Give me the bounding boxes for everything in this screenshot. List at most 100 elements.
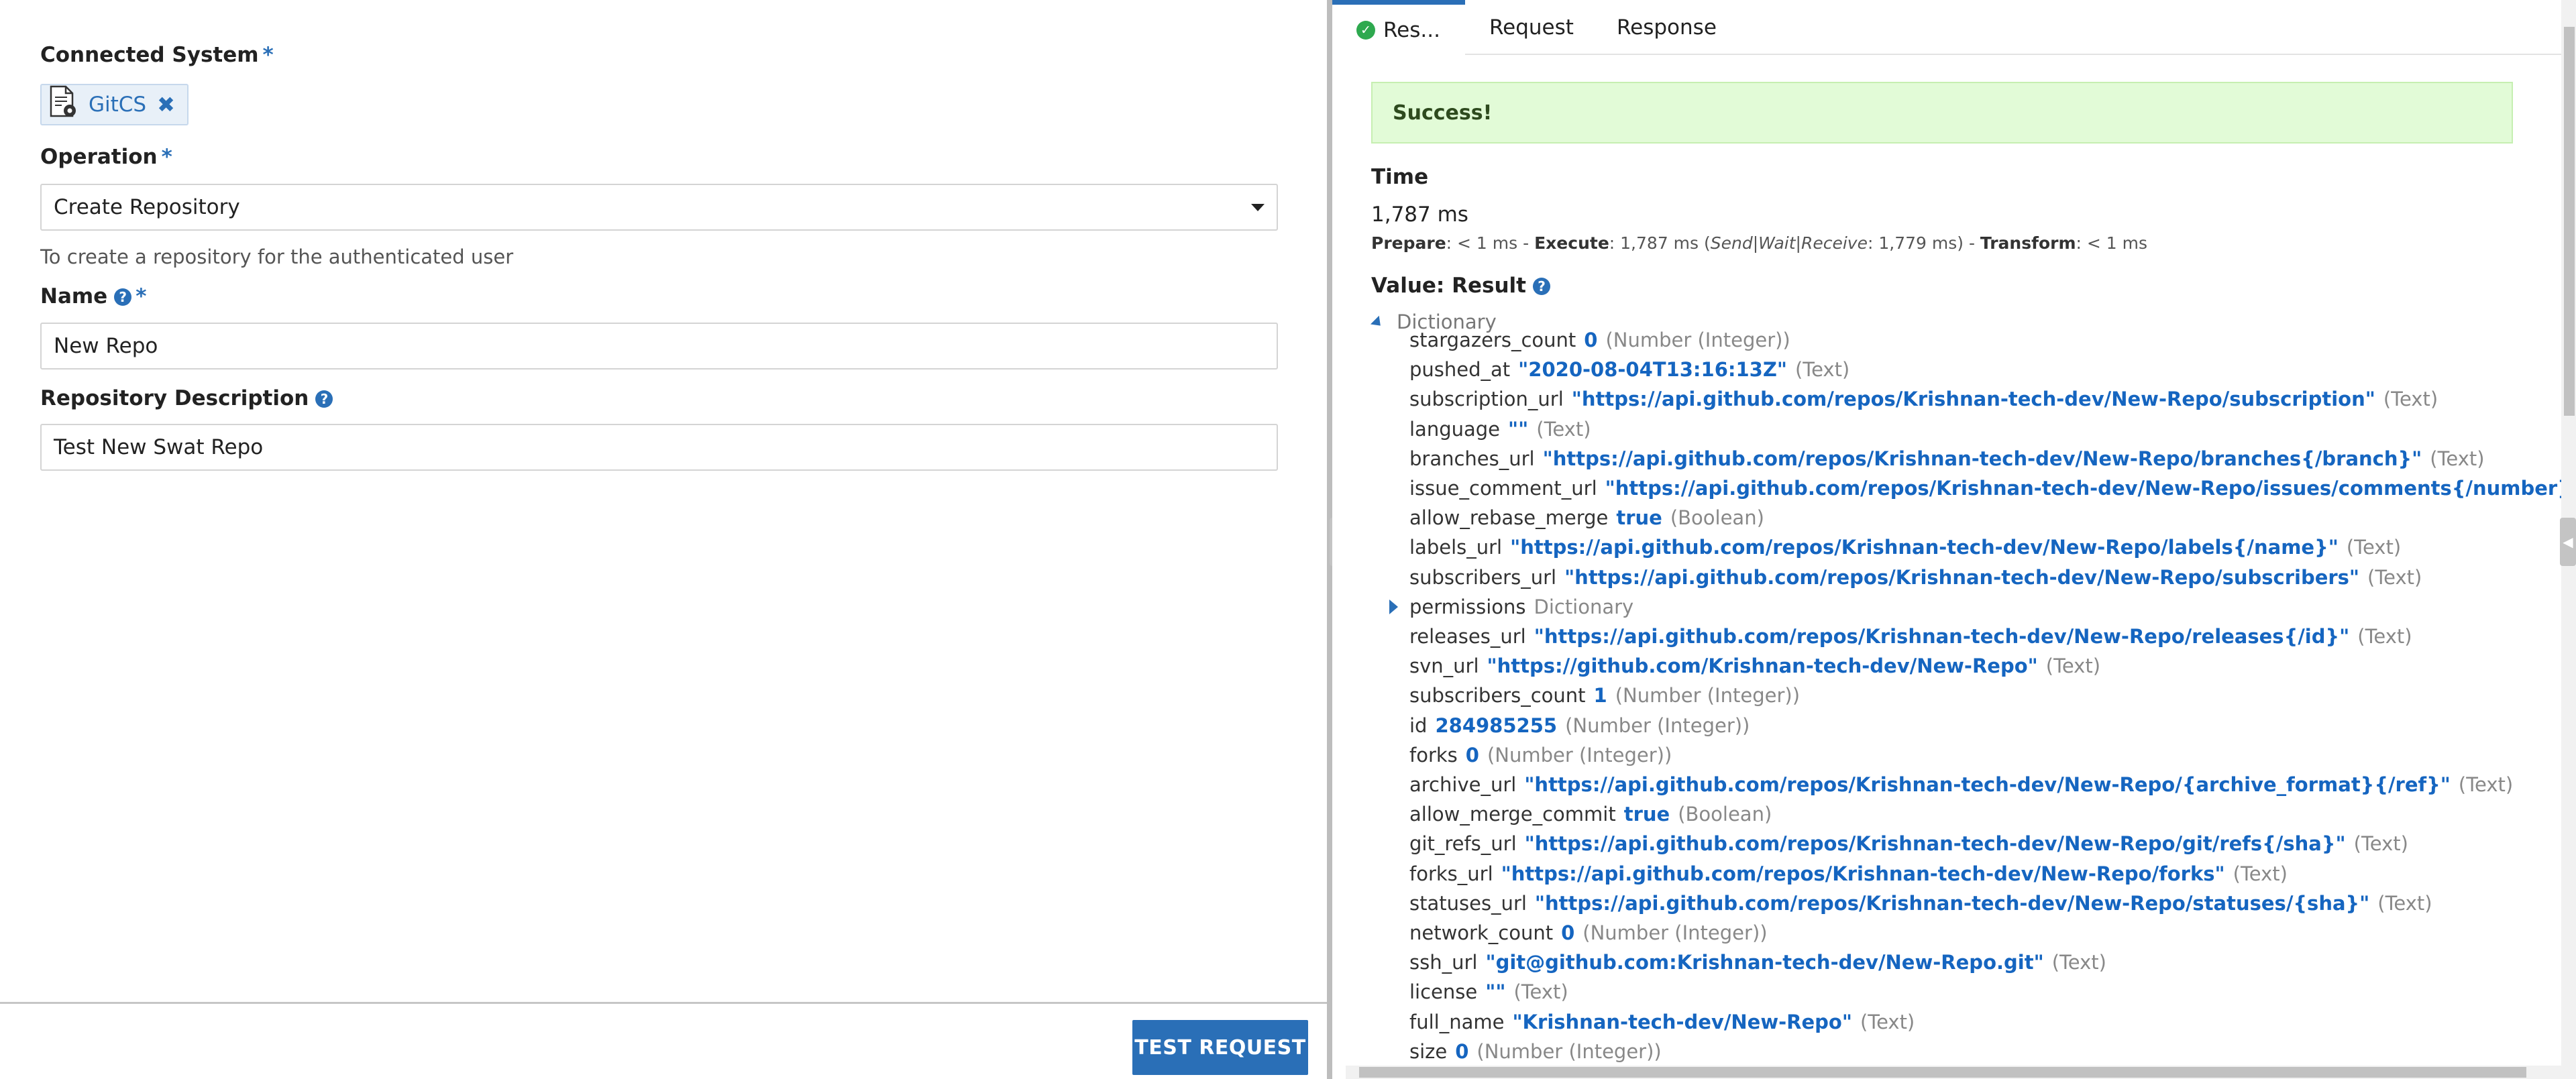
tree-row: subscribers_count 1 (Number (Integer)) [1409, 681, 1800, 710]
form-footer: TEST REQUEST [0, 1002, 1327, 1079]
tab-label: Response [1617, 15, 1717, 40]
help-icon[interactable]: ? [114, 288, 132, 306]
description-input-value: Test New Swat Repo [54, 435, 264, 459]
tree-row: stargazers_count 0 (Number (Integer)) [1409, 325, 1790, 355]
tree-type: (Number (Integer)) [1565, 714, 1750, 737]
tree-type: (Text) [2346, 536, 2402, 559]
tree-type: (Number (Integer)) [1605, 329, 1790, 351]
tab-result[interactable]: ✓ Res... [1332, 0, 1465, 55]
collapse-triangle-icon[interactable] [1370, 315, 1385, 331]
tree-value: "https://github.com/Krishnan-tech-dev/Ne… [1487, 655, 2038, 678]
tree-key: language [1409, 417, 1501, 441]
scroll-thumb[interactable] [1359, 1067, 2526, 1078]
tree-row: forks 0 (Number (Integer)) [1409, 740, 1672, 770]
tree-type: (Number (Integer)) [1582, 921, 1768, 944]
tree-type: Dictionary [1534, 595, 1634, 618]
help-icon[interactable]: ? [1533, 278, 1550, 295]
horizontal-scrollbar[interactable] [1346, 1066, 2561, 1079]
tree-type: (Text) [2353, 832, 2408, 856]
tree-type: (Text) [1513, 980, 1568, 1004]
collapse-right-handle[interactable]: ◀ [2560, 518, 2576, 566]
tree-value: "" [1485, 980, 1506, 1004]
tree-key: permissions [1409, 595, 1526, 618]
tree-key: branches_url [1409, 447, 1535, 470]
tree-value: 0 [1455, 1039, 1469, 1063]
tree-type: (Text) [2430, 447, 2485, 470]
tree-type: (Number (Integer)) [1477, 1039, 1662, 1063]
tree-value: "https://api.github.com/repos/Krishnan-t… [1524, 773, 2451, 796]
tree-row: allow_rebase_merge true (Boolean) [1409, 503, 1764, 532]
tree-row: size 0 (Number (Integer)) [1409, 1037, 1662, 1066]
remove-icon[interactable]: ✖ [157, 92, 175, 117]
help-icon[interactable]: ? [315, 390, 333, 408]
tree-type: (Text) [2377, 891, 2432, 915]
tab-response[interactable]: Response [1617, 0, 1717, 55]
tree-type: (Boolean) [1678, 803, 1772, 826]
time-title: Time [1371, 165, 1429, 189]
connected-system-name: GitCS [89, 93, 147, 117]
tree-value: 284985255 [1435, 714, 1558, 737]
scroll-thumb[interactable] [2564, 27, 2575, 416]
tree-type: (Text) [2458, 773, 2514, 796]
tree-value: 1 [1593, 684, 1607, 707]
tree-key: forks_url [1409, 862, 1493, 885]
operation-label: Operation * [40, 145, 172, 169]
tab-label: Res... [1383, 17, 1440, 42]
tree-key: releases_url [1409, 625, 1526, 648]
tree-key: size [1409, 1039, 1448, 1063]
tree-type: (Text) [2045, 655, 2101, 678]
description-input[interactable]: Test New Swat Repo [40, 424, 1278, 471]
tree-value: "https://api.github.com/repos/Krishnan-t… [1605, 477, 2576, 500]
connected-system-chip[interactable]: GitCS ✖ [40, 84, 189, 125]
tree-row: archive_url "https://api.github.com/repos… [1409, 770, 2513, 799]
tree-value: "https://api.github.com/repos/Krishnan-t… [1501, 862, 2225, 885]
required-marker: * [161, 145, 172, 169]
tree-key: labels_url [1409, 536, 1503, 559]
tree-key: statuses_url [1409, 891, 1527, 915]
tree-value: "Krishnan-tech-dev/New-Repo" [1512, 1010, 1852, 1033]
tree-row: subscription_url "https://api.github.com/… [1409, 384, 2438, 414]
expand-triangle-icon[interactable] [1389, 599, 1398, 614]
config-panel: Connected System * GitCS ✖ Operation * Cre… [0, 0, 1327, 1079]
tree-row: pushed_at "2020-08-04T13:16:13Z" (Text) [1409, 355, 1849, 384]
tree-value: "git@github.com:Krishnan-tech-dev/New-Re… [1485, 951, 2044, 974]
tree-row: svn_url "https://github.com/Krishnan-tech… [1409, 651, 2100, 681]
success-banner: Success! [1371, 82, 2513, 144]
tree-row: forks_url "https://api.github.com/repos/K… [1409, 859, 2288, 889]
tree-type: (Text) [2383, 388, 2438, 411]
tree-row: labels_url "https://api.github.com/repos/… [1409, 532, 2401, 562]
required-marker: * [136, 284, 147, 308]
tree-key: subscribers_url [1409, 565, 1557, 589]
tree-row: permissions Dictionary [1389, 592, 1634, 622]
tree-value: "https://api.github.com/repos/Krishnan-t… [1510, 536, 2339, 559]
caret-down-icon [1251, 204, 1265, 211]
operation-select-value: Create Repository [54, 195, 240, 219]
document-gear-icon [48, 85, 78, 124]
tree-type: (Text) [2233, 862, 2288, 885]
tree-key: allow_rebase_merge [1409, 506, 1609, 530]
tree-row: full_name "Krishnan-tech-dev/New-Repo" (Te… [1409, 1007, 1915, 1037]
time-value: 1,787 ms [1371, 203, 1468, 227]
tree-type: (Text) [1536, 417, 1591, 441]
tree-row: id 284985255 (Number (Integer)) [1409, 711, 1750, 740]
tree-key: forks [1409, 743, 1458, 766]
tree-row: license "" (Text) [1409, 977, 1568, 1007]
tree-value: "https://api.github.com/repos/Krishnan-t… [1564, 565, 2360, 589]
test-request-button[interactable]: TEST REQUEST [1132, 1020, 1308, 1075]
tree-value: true [1616, 506, 1662, 530]
tab-request[interactable]: Request [1489, 0, 1574, 55]
tree-key: id [1409, 714, 1428, 737]
tree-value: "" [1508, 417, 1529, 441]
tree-key: full_name [1409, 1010, 1505, 1033]
tree-row: language "" (Text) [1409, 414, 1591, 444]
tree-value: "https://api.github.com/repos/Krishnan-t… [1524, 832, 2346, 856]
tree-row: branches_url "https://api.github.com/repo… [1409, 444, 2485, 473]
tree-value: 0 [1465, 743, 1479, 766]
tree-key: archive_url [1409, 773, 1517, 796]
tree-row: releases_url "https://api.github.com/repo… [1409, 622, 2412, 651]
operation-select[interactable]: Create Repository [40, 184, 1278, 231]
name-input[interactable]: New Repo [40, 323, 1278, 370]
result-panel: ✓ Res... Request Response Success! Time … [1332, 0, 2576, 1079]
tree-row: ssh_url "git@github.com:Krishnan-tech-dev… [1409, 948, 2106, 977]
tree-row: git_refs_url "https://api.github.com/repo… [1409, 829, 2408, 858]
